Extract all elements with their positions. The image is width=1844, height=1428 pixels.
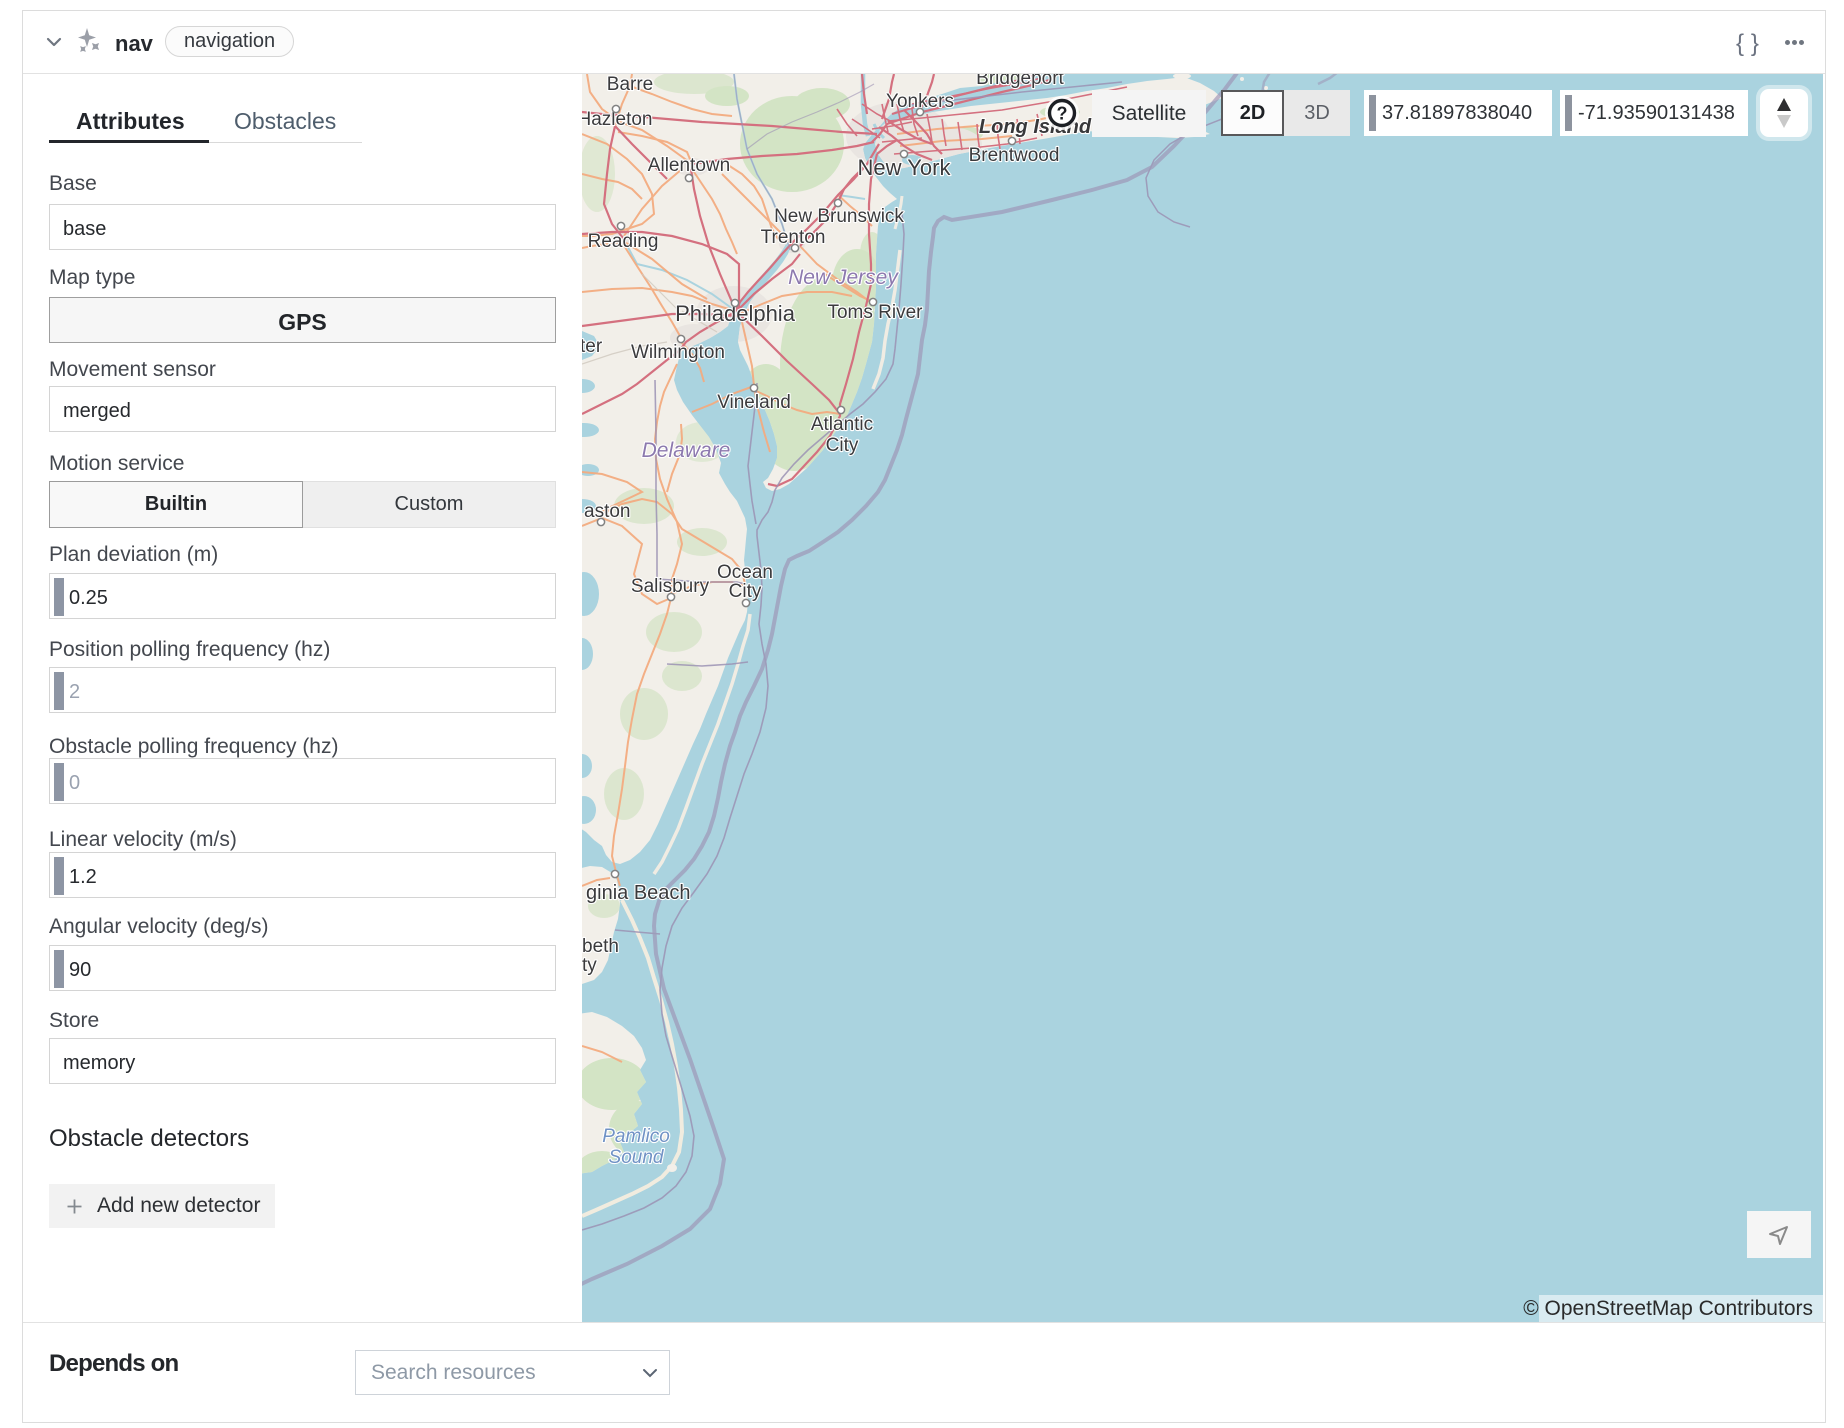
svg-text:© OpenStreetMap Contributors: © OpenStreetMap Contributors [1523,1297,1813,1320]
svg-text:beth: beth [582,936,619,957]
svg-text:Bridgeport: Bridgeport [976,74,1064,89]
svg-text:Ocean: Ocean [717,562,773,583]
svg-text:ter: ter [582,336,603,357]
svg-text:Reading: Reading [588,231,659,252]
svg-text:City: City [826,435,859,456]
svg-text:New Brunswick: New Brunswick [774,206,904,227]
svg-text:Delaware: Delaware [642,439,731,462]
svg-text:?: ? [1057,104,1068,124]
svg-text:Atlantic: Atlantic [811,414,873,435]
svg-text:Pamlico: Pamlico [602,1126,670,1147]
svg-text:New York: New York [858,155,952,180]
svg-text:Wilmington: Wilmington [631,342,725,363]
svg-text:ty: ty [582,955,597,976]
svg-text:Barre: Barre [607,74,653,95]
svg-text:ginia Beach: ginia Beach [586,882,691,904]
svg-text:aston: aston [584,501,630,522]
svg-text:New Jersey: New Jersey [788,266,899,289]
svg-text:Sound: Sound [609,1147,665,1168]
svg-text:Vineland: Vineland [717,392,791,413]
svg-text:Allentown: Allentown [648,155,730,176]
svg-text:Brentwood: Brentwood [969,145,1060,166]
